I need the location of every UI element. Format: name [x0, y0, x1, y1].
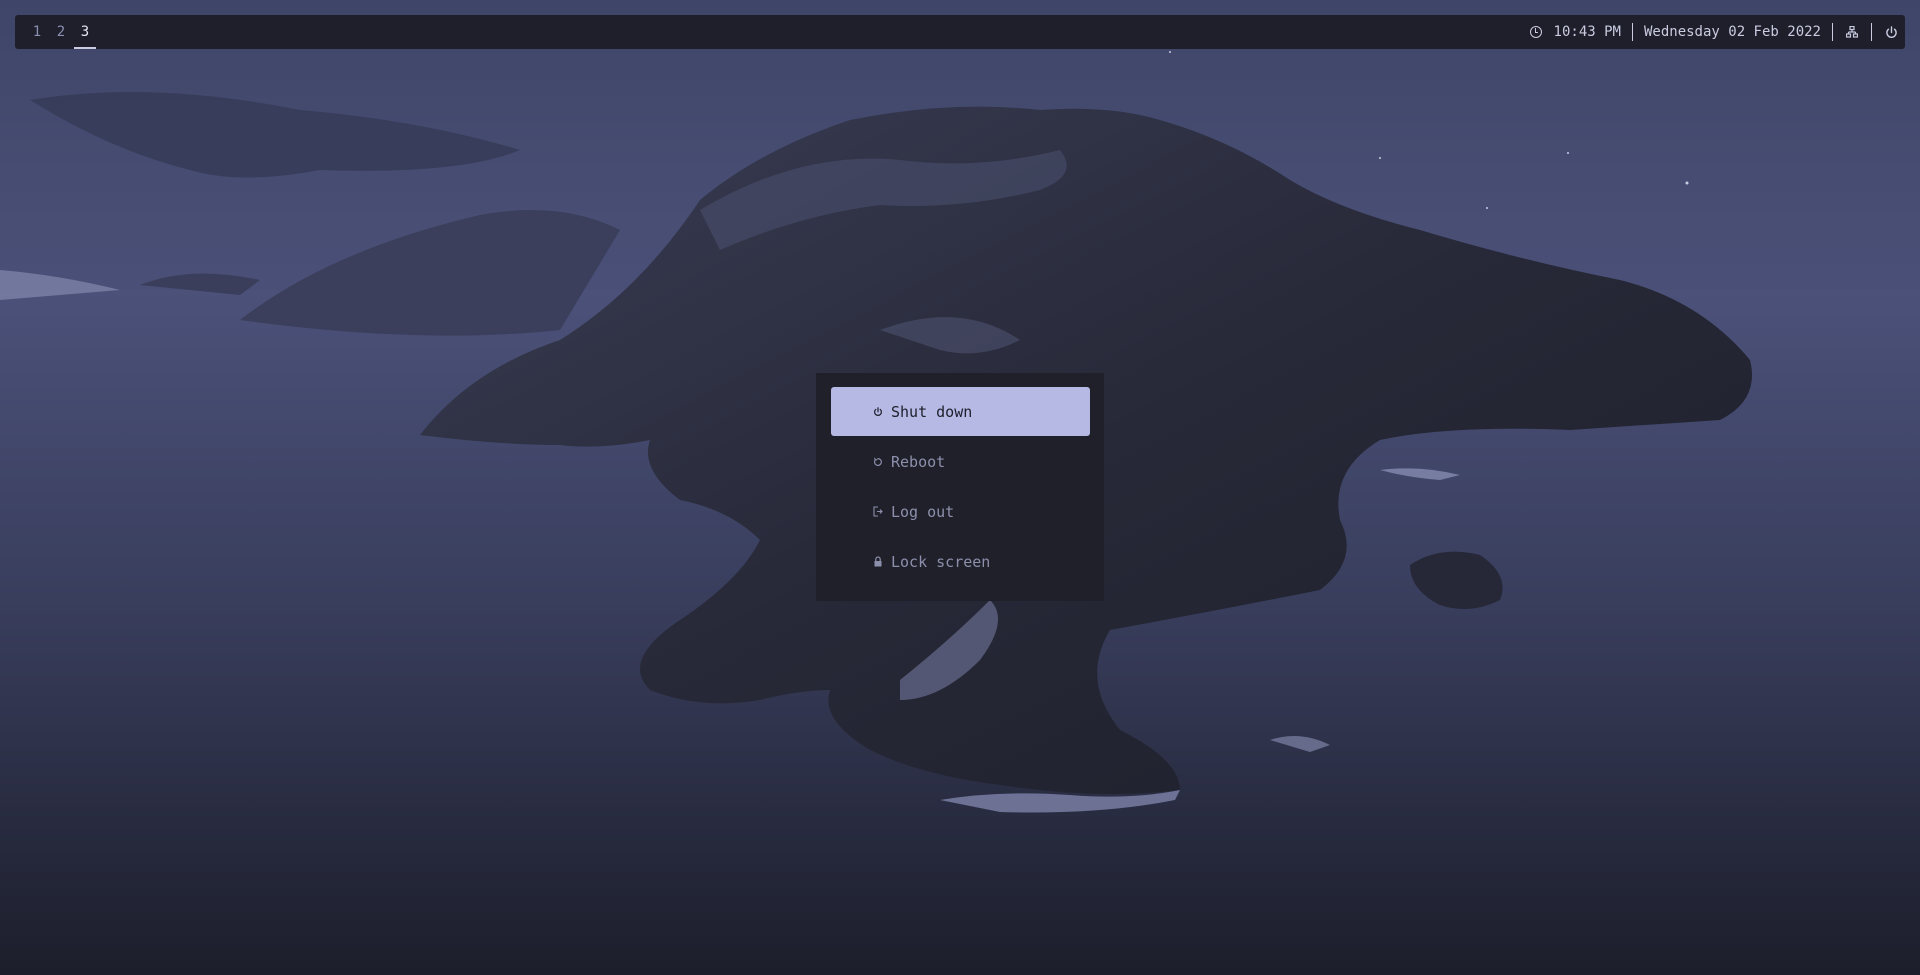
top-bar: 1 2 3 10:43 PM Wednesday 02 Feb 2022: [15, 15, 1905, 49]
network-icon[interactable]: [1844, 24, 1860, 40]
lock-icon: [873, 556, 883, 568]
separator: [1871, 23, 1872, 41]
clock-icon: [1529, 26, 1542, 38]
lock-screen-option[interactable]: Lock screen: [831, 537, 1090, 586]
power-icon[interactable]: [1883, 24, 1899, 40]
menu-item-label: Reboot: [891, 452, 946, 471]
status-area: 10:43 PM Wednesday 02 Feb 2022: [1529, 15, 1905, 49]
workspace-3[interactable]: 3: [73, 15, 97, 49]
clock-date: Wednesday 02 Feb 2022: [1643, 24, 1821, 40]
power-menu: Shut down Reboot Log out Lock screen: [816, 373, 1104, 601]
separator: [1832, 23, 1833, 41]
power-icon: [873, 406, 883, 418]
desktop: 1 2 3 10:43 PM Wednesday 02 Feb 2022 Shu…: [0, 0, 1920, 975]
clock-time: 10:43 PM: [1553, 24, 1621, 40]
logout-icon: [873, 506, 883, 518]
separator: [1631, 23, 1633, 41]
workspace-1[interactable]: 1: [25, 15, 49, 49]
menu-item-label: Shut down: [891, 402, 973, 421]
shut-down-option[interactable]: Shut down: [831, 387, 1090, 436]
menu-item-label: Log out: [891, 502, 955, 521]
reboot-icon: [873, 456, 883, 468]
menu-item-label: Lock screen: [891, 552, 991, 571]
reboot-option[interactable]: Reboot: [831, 437, 1090, 486]
log-out-option[interactable]: Log out: [831, 487, 1090, 536]
workspace-2[interactable]: 2: [49, 15, 73, 49]
